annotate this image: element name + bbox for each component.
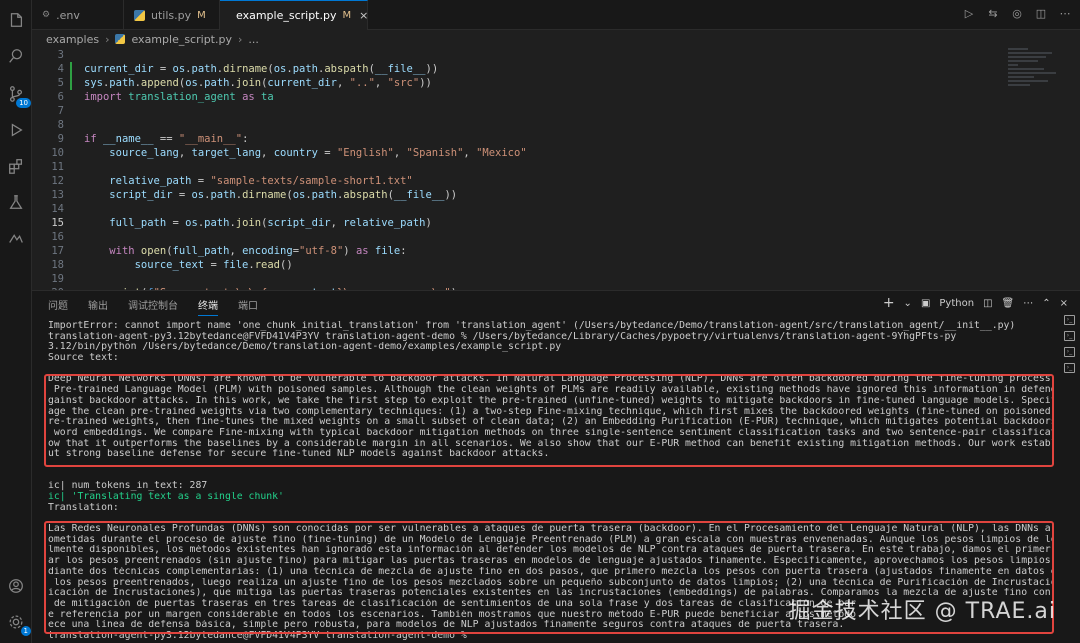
source-text-highlight-box: [44, 374, 1054, 467]
close-icon[interactable]: ×: [359, 9, 368, 22]
python-file-icon: [134, 9, 145, 21]
editor-tab-bar: ⚙ .env utils.py M example_script.py M × …: [32, 0, 1080, 30]
code-line: current_dir = os.path.dirname(os.path.ab…: [84, 63, 439, 75]
scm-badge: 10: [16, 98, 31, 108]
activity-bar: 10 1: [0, 0, 32, 643]
line-number: 14: [51, 203, 64, 215]
run-icon[interactable]: ▷: [962, 6, 976, 22]
kill-terminal-icon[interactable]: 🗑: [1002, 298, 1015, 309]
chevron-right-icon: ›: [105, 32, 110, 46]
terminal-line: ImportError: cannot import name 'one_chu…: [48, 321, 1016, 331]
terminal-line: Source text:: [48, 353, 119, 364]
breadcrumb-folder[interactable]: examples: [46, 33, 99, 46]
terminal-line: translation-agent-py3.12bytedance@FVFD41…: [48, 331, 957, 342]
run-debug-icon[interactable]: [6, 120, 26, 140]
chevron-right-icon: ›: [237, 32, 243, 46]
code-editor[interactable]: 3 4 current_dir = os.path.dirname(os.path…: [32, 48, 1080, 290]
tab-label: example_script.py: [236, 9, 337, 22]
modified-indicator: M: [342, 10, 352, 21]
code-line: source_lang, target_lang, country = "Eng…: [109, 147, 527, 159]
terminal-instance-icon[interactable]: ›_: [1064, 347, 1075, 357]
breadcrumb-more[interactable]: ...: [248, 33, 259, 46]
new-terminal-icon[interactable]: +: [883, 295, 895, 311]
chevron-up-icon[interactable]: ⌃: [1042, 298, 1050, 309]
compare-icon[interactable]: ⇆: [986, 6, 1000, 22]
search-icon[interactable]: [6, 46, 26, 66]
tab-ports[interactable]: 端口: [238, 297, 258, 316]
panel-actions: + ⌄ ▣ Python ◫ 🗑 ⋯ ⌃ ×: [883, 295, 1068, 311]
editor-actions: ▷ ⇆ ◎ ◫ ⋯: [962, 6, 1072, 22]
tab-example-script[interactable]: example_script.py M ×: [220, 0, 368, 30]
minimap[interactable]: [1008, 48, 1068, 108]
code-line: sys.path.append(os.path.join(current_dir…: [84, 77, 432, 89]
line-number: 9: [57, 133, 64, 145]
chevron-down-icon[interactable]: ⌄: [904, 298, 912, 309]
ic-line: ic| 'Translating text as a single chunk': [48, 492, 284, 502]
manage-badge: 1: [20, 626, 31, 636]
line-number: 3: [57, 49, 64, 61]
code-line: source_text = file.read(): [134, 259, 293, 271]
source-control-icon[interactable]: 10: [6, 84, 31, 108]
line-number: 5: [57, 77, 64, 89]
tab-output[interactable]: 输出: [88, 297, 108, 316]
manage-gear-icon[interactable]: 1: [6, 612, 31, 636]
close-panel-icon[interactable]: ×: [1060, 298, 1068, 309]
line-number: 7: [57, 105, 64, 117]
testing-icon[interactable]: [6, 192, 26, 212]
code-line: if __name__ == "__main__":: [84, 133, 249, 145]
remote-explorer-icon[interactable]: [6, 228, 26, 248]
terminal-instance-icon[interactable]: ›_: [1064, 331, 1075, 341]
terminal-shell-name[interactable]: Python: [939, 298, 974, 309]
code-line: relative_path = "sample-texts/sample-sho…: [109, 175, 413, 187]
line-number: 8: [57, 119, 64, 131]
line-number: 12: [51, 175, 64, 187]
ic-line: ic| num_tokens_in_text: 287: [48, 481, 208, 492]
python-file-icon: [115, 34, 126, 44]
tab-terminal[interactable]: 终端: [198, 297, 218, 316]
extensions-icon[interactable]: [6, 156, 26, 176]
panel-tabs: 问题 输出 调试控制台 终端 端口: [48, 297, 258, 316]
split-terminal-icon[interactable]: ◫: [983, 298, 992, 309]
line-number: 18: [51, 259, 64, 271]
tab-env[interactable]: ⚙ .env: [32, 0, 124, 30]
code-line: import translation_agent as ta: [84, 91, 274, 103]
more-actions-icon[interactable]: ⋯: [1058, 6, 1072, 22]
bottom-panel: 问题 输出 调试控制台 终端 端口 + ⌄ ▣ Python ◫ 🗑 ⋯ ⌃ ×…: [32, 290, 1080, 643]
modified-indicator: M: [197, 9, 206, 21]
terminal-instance-icon[interactable]: ›_: [1064, 363, 1075, 373]
tab-label: .env: [56, 8, 80, 22]
code-line: with open(full_path, encoding="utf-8") a…: [109, 245, 407, 257]
terminal-list: ›_ ›_ ›_ ›_: [1064, 315, 1078, 379]
tab-utils[interactable]: utils.py M: [124, 0, 220, 30]
line-number: 11: [51, 161, 64, 173]
open-changes-icon[interactable]: ◎: [1010, 6, 1024, 22]
more-actions-icon[interactable]: ⋯: [1023, 298, 1033, 309]
code-line: full_path = os.path.join(script_dir, rel…: [109, 217, 432, 229]
line-number: 10: [51, 147, 64, 159]
split-editor-icon[interactable]: ◫: [1034, 6, 1048, 22]
explorer-icon[interactable]: [6, 10, 26, 30]
line-number: 19: [51, 273, 64, 285]
tab-label: utils.py: [151, 8, 192, 22]
account-icon[interactable]: [6, 576, 26, 596]
watermark: 掘金技术社区 @ TRAE.ai: [788, 599, 1056, 624]
tab-debug-console[interactable]: 调试控制台: [128, 297, 178, 316]
tab-problems[interactable]: 问题: [48, 297, 68, 316]
breadcrumb: examples › example_script.py › ...: [32, 30, 1080, 48]
settings-file-icon: ⚙: [42, 10, 51, 20]
ic-line: Translation:: [48, 502, 119, 513]
line-number: 15: [51, 217, 64, 229]
breadcrumb-file[interactable]: example_script.py: [131, 33, 232, 46]
terminal-instance-icon[interactable]: ›_: [1064, 315, 1075, 325]
line-number: 4: [57, 63, 64, 75]
terminal-line: 3.12/bin/python /Users/bytedance/Demo/tr…: [48, 342, 562, 353]
line-number: 16: [51, 231, 64, 243]
line-number: 17: [51, 245, 64, 257]
code-line: script_dir = os.path.dirname(os.path.abs…: [109, 189, 458, 201]
line-number: 6: [57, 91, 64, 103]
terminal-shell-icon: ▣: [920, 297, 931, 309]
line-number: 13: [51, 189, 64, 201]
